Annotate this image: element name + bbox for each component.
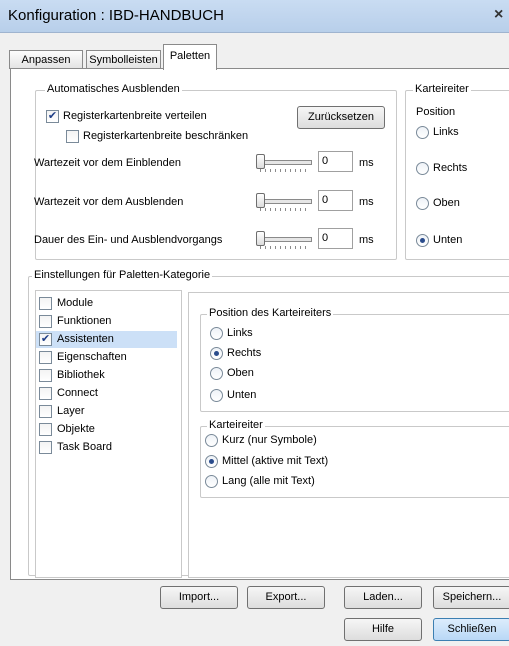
category-position-oben-radio[interactable] [210,367,223,380]
list-item[interactable]: Funktionen [36,313,177,330]
tab-long-radio[interactable] [205,475,218,488]
fade-in-delay-unit: ms [359,157,374,169]
category-checkbox[interactable] [39,441,52,454]
list-item[interactable]: ✔ Assistenten [36,331,177,348]
limit-width-checkbox[interactable] [66,130,79,143]
panel-content: Automatisches Ausblenden ✔ Registerkarte… [0,0,509,646]
list-item[interactable]: Layer [36,403,177,420]
category-label: Layer [57,405,85,417]
category-checkbox[interactable]: ✔ [39,333,52,346]
fade-in-delay-label: Wartezeit vor dem Einblenden [34,157,181,169]
category-position-unten-radio[interactable] [210,389,223,402]
tab-position-links-label: Links [433,126,459,138]
list-item[interactable]: Task Board [36,439,177,456]
category-position-rechts-label: Rechts [227,347,262,359]
category-checkbox[interactable] [39,297,52,310]
category-label: Objekte [57,423,95,435]
category-label: Bibliothek [57,369,105,381]
tab-position-oben-radio[interactable] [416,197,429,210]
tab-medium-radio[interactable] [205,455,218,468]
category-label: Connect [57,387,98,399]
fade-out-delay-unit: ms [359,196,374,208]
reset-button[interactable]: Zurücksetzen [297,106,385,129]
category-label: Eigenschaften [57,351,127,363]
fade-duration-label: Dauer des Ein- und Ausblendvorgangs [34,234,223,246]
category-checkbox[interactable] [39,315,52,328]
fade-out-delay-slider[interactable] [256,193,312,211]
fade-in-delay-input[interactable]: 0 [318,151,353,172]
tab-position-unten-label: Unten [433,234,463,246]
tab-position-links-radio[interactable] [416,126,429,139]
slider-thumb[interactable] [256,154,265,169]
category-label: Task Board [57,441,113,453]
category-list[interactable]: Module Funktionen ✔ Assistenten Eigensch… [35,290,182,578]
category-position-links-label: Links [227,327,253,339]
tab-position-legend: Karteireiter [413,83,471,95]
tab-short-radio[interactable] [205,434,218,447]
category-position-legend: Position des Karteireiters [207,307,334,319]
tab-position-unten-radio[interactable] [416,234,429,247]
fade-duration-unit: ms [359,234,374,246]
auto-hide-legend: Automatisches Ausblenden [45,83,182,95]
tab-position-rechts-label: Rechts [433,162,468,174]
list-item[interactable]: Bibliothek [36,367,177,384]
category-checkbox[interactable] [39,369,52,382]
distribute-width-label: Registerkartenbreite verteilen [63,110,207,122]
fade-in-delay-slider[interactable] [256,154,312,172]
list-item[interactable]: Connect [36,385,177,402]
fade-out-delay-label: Wartezeit vor dem Ausblenden [34,196,184,208]
category-checkbox[interactable] [39,351,52,364]
slider-thumb[interactable] [256,231,265,246]
distribute-width-checkbox[interactable]: ✔ [46,110,59,123]
tab-position-oben-label: Oben [433,197,460,209]
fade-duration-input[interactable]: 0 [318,228,353,249]
category-tab-legend: Karteireiter [207,419,265,431]
fade-duration-slider[interactable] [256,231,312,249]
category-position-unten-label: Unten [227,389,257,401]
category-position-rechts-radio[interactable] [210,347,223,360]
category-checkbox[interactable] [39,387,52,400]
category-label: Module [57,297,94,309]
list-item[interactable]: Objekte [36,421,177,438]
category-position-links-radio[interactable] [210,327,223,340]
slider-thumb[interactable] [256,193,265,208]
configuration-dialog: Konfiguration : IBD-HANDBUCH × Anpassen … [0,0,509,646]
category-label: Funktionen [57,315,112,327]
category-checkbox[interactable] [39,405,52,418]
list-item[interactable]: Eigenschaften [36,349,177,366]
tab-long-label: Lang (alle mit Text) [222,475,315,487]
tab-medium-label: Mittel (aktive mit Text) [222,455,329,467]
category-position-oben-label: Oben [227,367,254,379]
category-label: Assistenten [57,333,114,345]
tab-position-label: Position [416,106,456,118]
tab-position-rechts-radio[interactable] [416,162,429,175]
list-item[interactable]: Module [36,295,177,312]
category-settings-legend: Einstellungen für Paletten-Kategorie [32,269,213,281]
category-checkbox[interactable] [39,423,52,436]
tab-short-label: Kurz (nur Symbole) [222,434,317,446]
fade-out-delay-input[interactable]: 0 [318,190,353,211]
limit-width-label: Registerkartenbreite beschränken [83,130,249,142]
